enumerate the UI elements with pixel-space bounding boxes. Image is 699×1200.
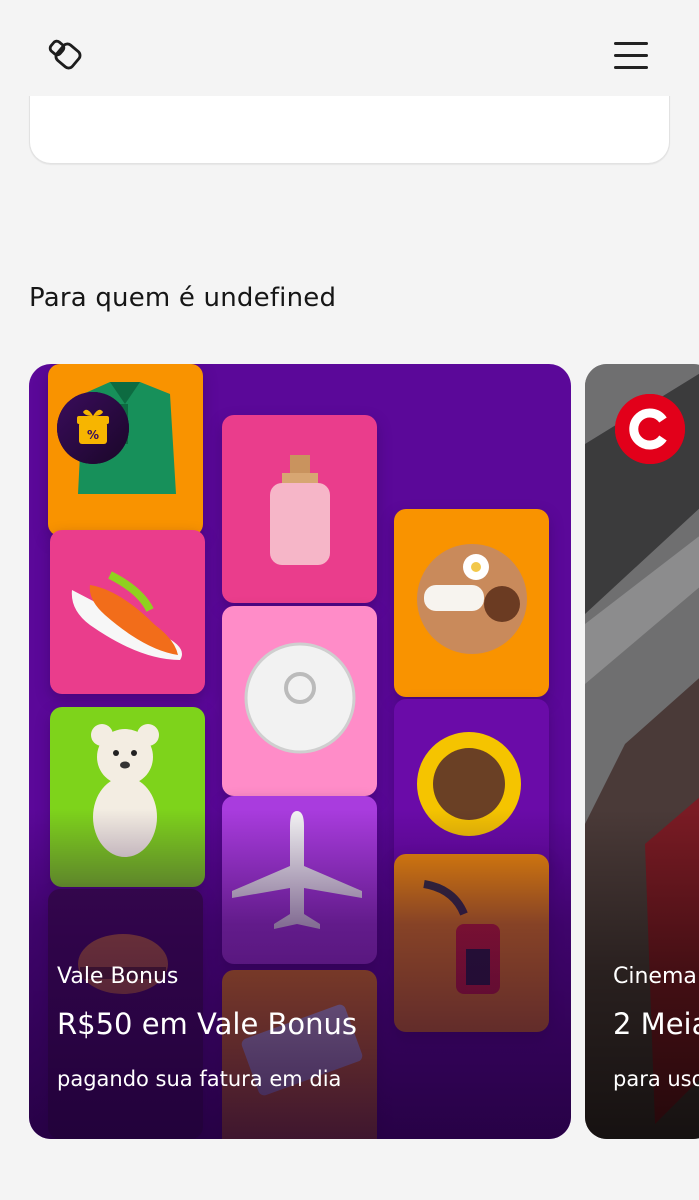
card-subtitle: para uso xyxy=(613,1067,699,1091)
card-brand: Cinema xyxy=(613,964,697,989)
spa-icon xyxy=(417,544,527,654)
tile-spa xyxy=(394,509,549,697)
card-title: R$50 em Vale Bonus xyxy=(57,1007,358,1041)
promo-card-vale-bonus[interactable]: % Vale Bonus R$50 em Vale Bonus pagando … xyxy=(29,364,571,1139)
card-brand: Vale Bonus xyxy=(57,964,179,989)
brand-logo-icon[interactable] xyxy=(44,34,90,80)
card-title: 2 Meia xyxy=(613,1007,699,1041)
tile-robot-vacuum xyxy=(222,606,377,796)
cinema-c-logo-icon xyxy=(615,394,685,464)
svg-text:%: % xyxy=(87,428,99,442)
perfume-icon xyxy=(270,455,330,565)
robot-vacuum-icon xyxy=(244,642,356,754)
tile-sneaker xyxy=(50,530,205,694)
sneaker-icon xyxy=(71,571,182,660)
promo-card-cinema[interactable]: Cinema 2 Meia para uso xyxy=(585,364,699,1139)
tile-perfume xyxy=(222,415,377,603)
card-subtitle: pagando sua fatura em dia xyxy=(57,1067,342,1091)
gift-discount-icon: % xyxy=(57,392,129,464)
hamburger-menu-icon[interactable] xyxy=(610,38,652,74)
section-title: Para quem é undefined xyxy=(29,283,337,313)
app-header xyxy=(0,0,699,96)
